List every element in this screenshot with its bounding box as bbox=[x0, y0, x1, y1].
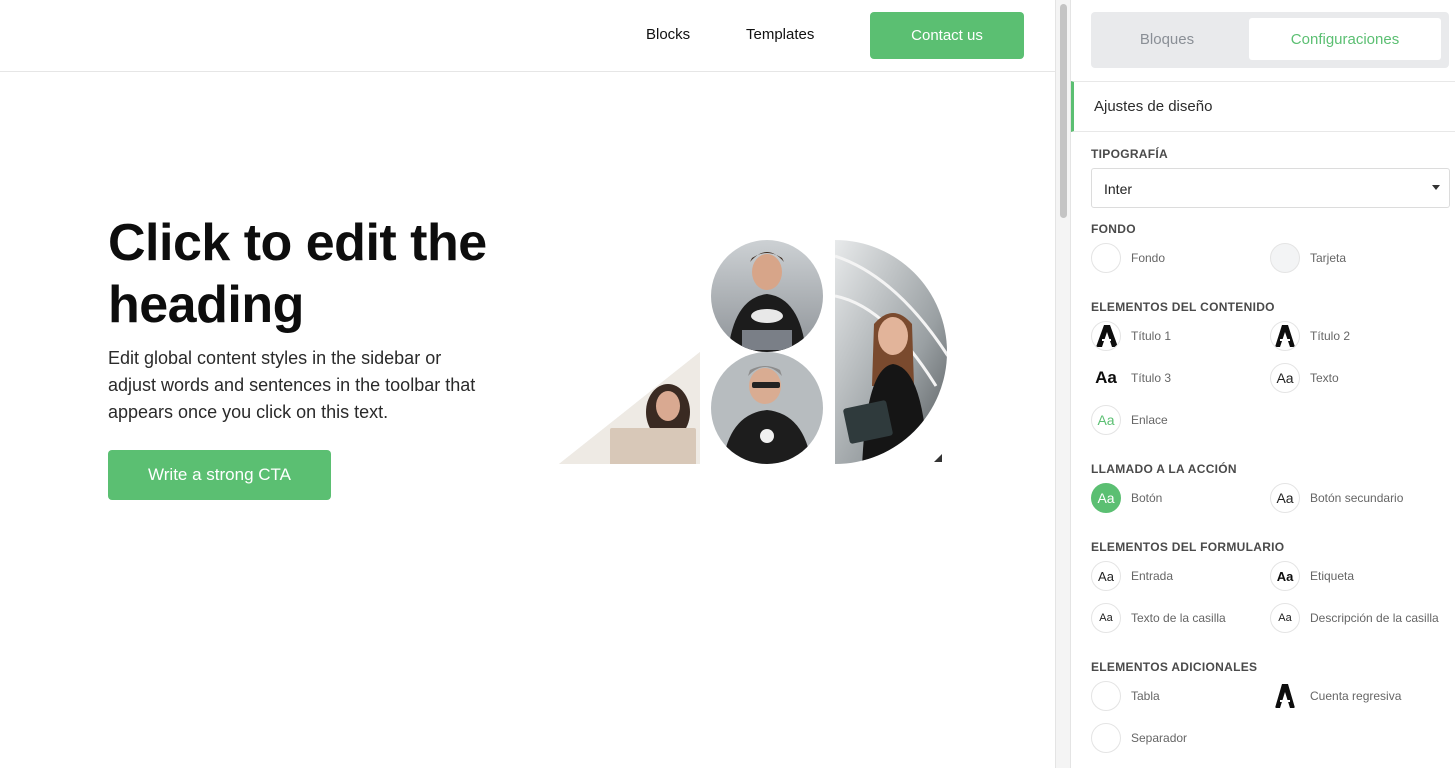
additional-elements-title: ELEMENTOS ADICIONALES bbox=[1091, 660, 1258, 674]
title-1-icon bbox=[1091, 321, 1121, 351]
tab-configuraciones[interactable]: Configuraciones bbox=[1249, 18, 1441, 60]
text-icon: Aa bbox=[1270, 363, 1300, 393]
glyph-label: Aa bbox=[1276, 490, 1294, 506]
glyph-label: Aa bbox=[1098, 568, 1114, 584]
glyph-label: Aa bbox=[1276, 568, 1294, 584]
photo-triangle bbox=[559, 352, 700, 464]
option-label: Botón secundario bbox=[1310, 491, 1404, 505]
title-3-icon: Aa bbox=[1091, 363, 1121, 393]
background-swatch bbox=[1091, 243, 1121, 273]
form-elements-title: ELEMENTOS DEL FORMULARIO bbox=[1091, 540, 1285, 554]
separator-swatch bbox=[1091, 723, 1121, 753]
caret-down-icon bbox=[1432, 185, 1440, 190]
option-label: Enlace bbox=[1131, 413, 1168, 427]
countdown-icon bbox=[1270, 681, 1300, 711]
glyph-label: Aa bbox=[1097, 412, 1115, 428]
settings-sidebar: Bloques Configuraciones Ajustes de diseñ… bbox=[1071, 0, 1455, 768]
button-icon: Aa bbox=[1091, 483, 1121, 513]
glyph-label: Aa bbox=[1278, 612, 1292, 624]
checkbox-text-icon: Aa bbox=[1091, 603, 1121, 633]
top-navigation: Blocks Templates Contact us bbox=[0, 0, 1055, 72]
tab-bloques[interactable]: Bloques bbox=[1097, 18, 1237, 60]
option-label: Título 3 bbox=[1131, 371, 1172, 385]
option-label: Tarjeta bbox=[1310, 251, 1347, 265]
title-2-icon bbox=[1270, 321, 1300, 351]
hero-subtext[interactable]: Edit global content styles in the sideba… bbox=[108, 345, 488, 426]
option-label: Separador bbox=[1131, 731, 1188, 745]
option-label: Título 1 bbox=[1131, 329, 1172, 343]
scrollbar-thumb[interactable] bbox=[1060, 4, 1067, 218]
canvas-scrollbar[interactable] bbox=[1055, 0, 1071, 768]
design-settings-title: Ajustes de diseño bbox=[1094, 98, 1213, 115]
glyph-label: Aa bbox=[1097, 490, 1115, 506]
nav-link-blocks[interactable]: Blocks bbox=[646, 26, 690, 43]
option-label: Título 2 bbox=[1310, 329, 1351, 343]
design-settings-header[interactable]: Ajustes de diseño bbox=[1071, 81, 1455, 132]
photo-circle-bottom bbox=[711, 352, 823, 464]
page-canvas: Blocks Templates Contact us Click to edi… bbox=[0, 0, 1055, 768]
option-label: Entrada bbox=[1131, 569, 1174, 583]
label-icon: Aa bbox=[1270, 561, 1300, 591]
option-label: Texto de la casilla bbox=[1131, 611, 1226, 625]
photo-circle-top bbox=[711, 240, 823, 352]
content-elements-title: ELEMENTOS DEL CONTENIDO bbox=[1091, 300, 1275, 314]
option-label: Fondo bbox=[1131, 251, 1166, 265]
font-family-value: Inter bbox=[1104, 181, 1133, 197]
secondary-button-icon: Aa bbox=[1270, 483, 1300, 513]
option-label: Cuenta regresiva bbox=[1310, 689, 1402, 703]
nav-link-templates[interactable]: Templates bbox=[746, 26, 814, 43]
photo-half-circle bbox=[835, 240, 947, 464]
option-label: Texto bbox=[1310, 371, 1339, 385]
hero-heading[interactable]: Click to edit the heading bbox=[108, 212, 528, 336]
background-title: FONDO bbox=[1091, 222, 1136, 236]
hero-photo-collage[interactable] bbox=[556, 236, 956, 468]
hero-cta-button[interactable]: Write a strong CTA bbox=[108, 450, 331, 500]
option-label: Botón bbox=[1131, 491, 1163, 505]
option-label: Descripción de la casilla bbox=[1310, 611, 1439, 625]
typography-title: TIPOGRAFÍA bbox=[1091, 147, 1168, 161]
glyph-label: Aa bbox=[1099, 612, 1113, 624]
checkbox-description-icon: Aa bbox=[1270, 603, 1300, 633]
card-swatch bbox=[1270, 243, 1300, 273]
table-swatch bbox=[1091, 681, 1121, 711]
glyph-label: Aa bbox=[1276, 370, 1294, 386]
call-to-action-title: LLAMADO A LA ACCIÓN bbox=[1091, 462, 1237, 476]
sidebar-tabs: Bloques Configuraciones bbox=[1091, 12, 1449, 68]
link-icon: Aa bbox=[1091, 405, 1121, 435]
glyph-label: Aa bbox=[1095, 368, 1117, 387]
font-family-select[interactable]: Inter bbox=[1091, 168, 1450, 208]
contact-us-button[interactable]: Contact us bbox=[870, 12, 1024, 59]
option-label: Etiqueta bbox=[1310, 569, 1355, 583]
option-label: Tabla bbox=[1131, 689, 1160, 703]
resize-handle-icon[interactable] bbox=[934, 454, 942, 462]
input-icon: Aa bbox=[1091, 561, 1121, 591]
